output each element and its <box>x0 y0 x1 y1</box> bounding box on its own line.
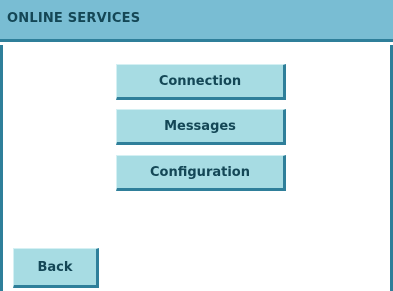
connection-button[interactable]: Connection <box>116 64 286 100</box>
header-bar: ONLINE SERVICES <box>0 0 393 42</box>
configuration-button[interactable]: Configuration <box>116 155 286 191</box>
left-frame-border <box>0 45 3 291</box>
messages-button[interactable]: Messages <box>116 109 286 145</box>
online-services-screen: ONLINE SERVICES Connection Messages Conf… <box>0 0 393 291</box>
back-button[interactable]: Back <box>13 248 99 288</box>
page-title: ONLINE SERVICES <box>7 11 141 26</box>
